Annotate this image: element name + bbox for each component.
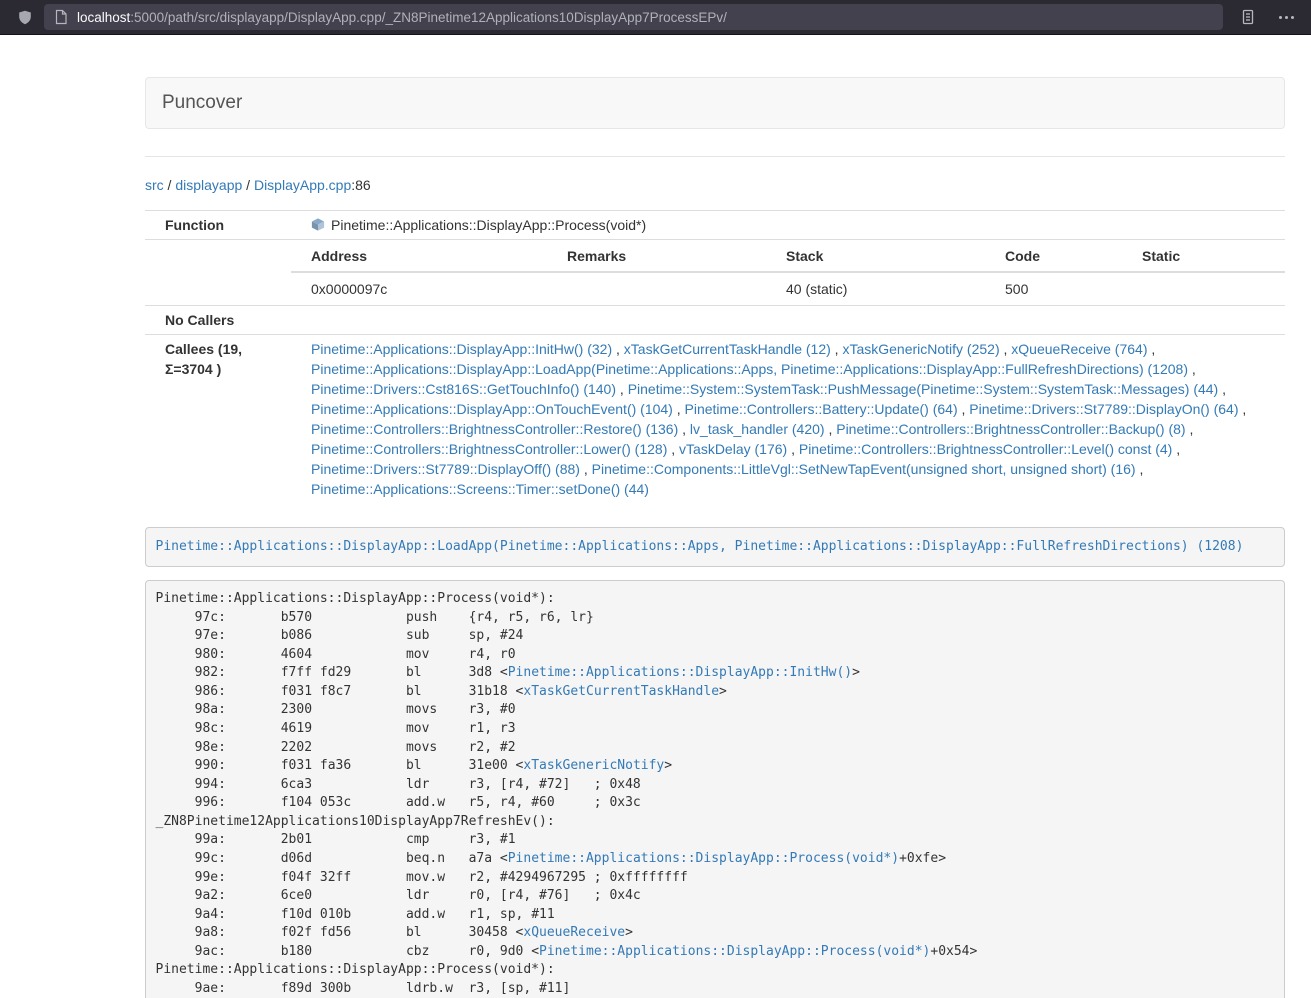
disasm-symbol-link[interactable]: xTaskGenericNotify — [523, 758, 664, 773]
callee-separator: , — [1172, 441, 1180, 457]
callees-row: Callees (19, Σ=3704 ) Pinetime::Applicat… — [145, 335, 1285, 504]
callee-link[interactable]: Pinetime::Controllers::BrightnessControl… — [311, 441, 667, 457]
callee-separator: , — [612, 341, 624, 357]
breadcrumb-line-number: :86 — [351, 177, 370, 193]
callee-separator: , — [1136, 461, 1144, 477]
callee-separator: , — [1188, 361, 1196, 377]
no-callers-header: No Callers — [145, 306, 291, 335]
remarks-value — [547, 272, 766, 305]
shield-icon[interactable] — [10, 3, 40, 31]
ellipsis-icon[interactable] — [1271, 3, 1301, 31]
url-path: :5000/path/src/displayapp/DisplayApp.cpp… — [130, 10, 727, 25]
cube-icon — [311, 217, 325, 232]
disasm-symbol-link[interactable]: Pinetime::Applications::DisplayApp::Proc… — [539, 944, 930, 959]
callee-separator: , — [1218, 381, 1226, 397]
page-content: Puncover src / displayapp / DisplayApp.c… — [145, 35, 1285, 998]
disassembly-block: Pinetime::Applications::DisplayApp::Proc… — [145, 580, 1285, 998]
callee-link[interactable]: Pinetime::Applications::DisplayApp::OnTo… — [311, 401, 673, 417]
callee-link[interactable]: Pinetime::Controllers::BrightnessControl… — [836, 421, 1185, 437]
callee-link[interactable]: Pinetime::Controllers::Battery::Update()… — [685, 401, 958, 417]
column-header-address: Address — [291, 240, 547, 272]
disasm-symbol-link[interactable]: Pinetime::Applications::DisplayApp::Proc… — [508, 851, 899, 866]
callee-link[interactable]: xQueueReceive (764) — [1011, 341, 1147, 357]
callee-link[interactable]: Pinetime::Applications::Screens::Timer::… — [311, 481, 649, 497]
callee-link[interactable]: Pinetime::Applications::DisplayApp::Init… — [311, 341, 612, 357]
callees-list: Pinetime::Applications::DisplayApp::Init… — [291, 335, 1285, 504]
function-row: Function Pinetime::Applications::Display… — [145, 211, 1285, 240]
callee-link[interactable]: xTaskGenericNotify (252) — [842, 341, 999, 357]
callee-link[interactable]: xTaskGetCurrentTaskHandle (12) — [624, 341, 831, 357]
function-name: Pinetime::Applications::DisplayApp::Proc… — [331, 215, 646, 235]
callee-separator: , — [667, 441, 679, 457]
code-value: 500 — [985, 272, 1122, 305]
breadcrumb-separator: / — [164, 177, 176, 193]
loadapp-block: Pinetime::Applications::DisplayApp::Load… — [145, 527, 1285, 567]
callee-separator: , — [1147, 341, 1155, 357]
callee-separator: , — [787, 441, 799, 457]
function-cell: Pinetime::Applications::DisplayApp::Proc… — [291, 211, 1285, 240]
callee-separator: , — [673, 401, 685, 417]
column-header-remarks: Remarks — [547, 240, 766, 272]
empty-header — [145, 240, 291, 306]
callees-header: Callees (19, Σ=3704 ) — [145, 335, 291, 504]
breadcrumb-link[interactable]: src — [145, 177, 164, 193]
metrics-values-row: 0x0000097c 40 (static) 500 — [291, 272, 1285, 305]
callee-separator: , — [580, 461, 592, 477]
url-text: localhost:5000/path/src/displayapp/Displ… — [77, 10, 727, 25]
brand-link[interactable]: Puncover — [162, 92, 242, 114]
callee-link[interactable]: Pinetime::Controllers::BrightnessControl… — [311, 421, 678, 437]
callee-separator: , — [1186, 421, 1194, 437]
callee-separator: , — [678, 421, 690, 437]
breadcrumb-link[interactable]: displayapp — [175, 177, 242, 193]
callee-link[interactable]: Pinetime::Components::LittleVgl::SetNewT… — [592, 461, 1136, 477]
url-host: localhost — [77, 10, 130, 25]
breadcrumb: src / displayapp / DisplayApp.cpp:86 — [145, 175, 1285, 195]
static-value — [1122, 272, 1285, 305]
url-bar[interactable]: localhost:5000/path/src/displayapp/Displ… — [44, 4, 1223, 30]
callee-separator: , — [1239, 401, 1247, 417]
function-row-header: Function — [145, 211, 291, 240]
callee-link[interactable]: Pinetime::Drivers::Cst816S::GetTouchInfo… — [311, 381, 616, 397]
column-header-stack: Stack — [766, 240, 985, 272]
column-header-static: Static — [1122, 240, 1285, 272]
no-callers-row: No Callers — [145, 306, 1285, 335]
metrics-row: Address Remarks Stack Code Static 0x0000… — [145, 240, 1285, 306]
breadcrumb-link[interactable]: DisplayApp.cpp — [254, 177, 351, 193]
function-table: Function Pinetime::Applications::Display… — [145, 210, 1285, 503]
disasm-symbol-link[interactable]: xQueueReceive — [523, 925, 625, 940]
no-callers-cell — [291, 306, 1285, 335]
callee-link[interactable]: vTaskDelay (176) — [679, 441, 787, 457]
toolbar-actions — [1233, 3, 1301, 31]
callee-link[interactable]: Pinetime::System::SystemTask::PushMessag… — [628, 381, 1219, 397]
reader-mode-icon[interactable] — [1233, 3, 1263, 31]
address-value: 0x0000097c — [291, 272, 547, 305]
callee-separator: , — [616, 381, 628, 397]
metrics-cell: Address Remarks Stack Code Static 0x0000… — [291, 240, 1285, 306]
callee-link[interactable]: lv_task_handler (420) — [690, 421, 825, 437]
column-header-code: Code — [985, 240, 1122, 272]
callee-link[interactable]: Pinetime::Drivers::St7789::DisplayOn() (… — [969, 401, 1238, 417]
callee-link[interactable]: Pinetime::Drivers::St7789::DisplayOff() … — [311, 461, 580, 477]
stack-value: 40 (static) — [766, 272, 985, 305]
page-icon — [54, 9, 68, 25]
callee-link[interactable]: Pinetime::Applications::DisplayApp::Load… — [311, 361, 1188, 377]
disasm-symbol-link[interactable]: Pinetime::Applications::DisplayApp::Init… — [508, 665, 852, 680]
divider — [145, 156, 1285, 157]
callee-separator: , — [825, 421, 837, 437]
callee-separator: , — [831, 341, 843, 357]
disasm-symbol-link[interactable]: xTaskGetCurrentTaskHandle — [523, 684, 719, 699]
browser-toolbar: localhost:5000/path/src/displayapp/Displ… — [0, 0, 1311, 35]
metrics-table: Address Remarks Stack Code Static 0x0000… — [291, 240, 1285, 305]
navbar: Puncover — [145, 77, 1285, 129]
loadapp-link[interactable]: Pinetime::Applications::DisplayApp::Load… — [156, 539, 1244, 554]
callee-link[interactable]: Pinetime::Controllers::BrightnessControl… — [799, 441, 1172, 457]
callee-separator: , — [958, 401, 970, 417]
callee-separator: , — [1000, 341, 1012, 357]
breadcrumb-separator: / — [242, 177, 254, 193]
